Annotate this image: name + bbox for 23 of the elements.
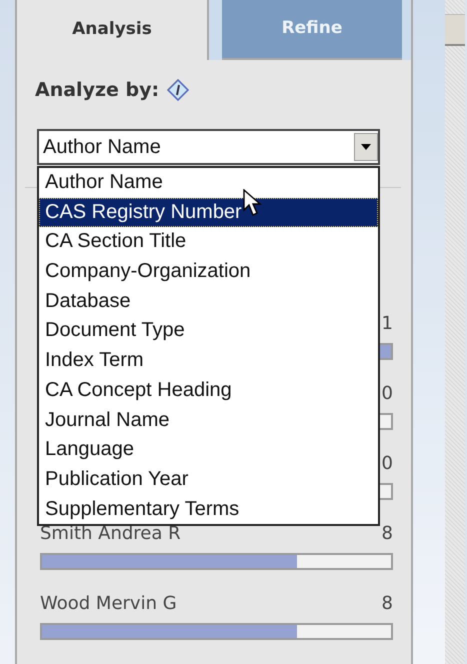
splitter-button[interactable] xyxy=(445,14,465,46)
dropdown-option[interactable]: Author Name xyxy=(39,168,378,198)
result-count: 0 xyxy=(382,452,393,476)
info-icon[interactable] xyxy=(167,79,190,102)
analyze-by-label: Analyze by: xyxy=(35,78,160,103)
author-name[interactable]: Wood Mervin G xyxy=(40,590,177,618)
result-count: 8 xyxy=(382,522,393,546)
dropdown-option[interactable]: Supplementary Terms xyxy=(39,494,378,524)
analyze-by-select[interactable]: Author Name xyxy=(37,128,380,164)
result-count: 0 xyxy=(382,382,393,406)
tab[interactable]: Analysis xyxy=(17,0,209,60)
dropdown-option[interactable]: Language xyxy=(39,435,378,465)
dropdown-option[interactable]: Index Term xyxy=(39,346,378,376)
dropdown-option[interactable]: Database xyxy=(39,286,378,316)
result-count: 8 xyxy=(382,592,393,616)
dropdown-option[interactable]: Publication Year xyxy=(39,464,378,495)
dropdown-option[interactable]: CA Concept Heading xyxy=(39,376,378,406)
dropdown-option[interactable]: CA Section Title xyxy=(39,227,378,258)
dropdown-option[interactable]: Journal Name xyxy=(39,406,378,436)
dropdown-option[interactable]: Company-Organization xyxy=(39,257,378,287)
dropdown-option[interactable]: CAS Registry Number xyxy=(39,198,378,228)
dropdown-option[interactable]: Document Type xyxy=(39,316,378,346)
result-count: 1 xyxy=(382,312,393,336)
